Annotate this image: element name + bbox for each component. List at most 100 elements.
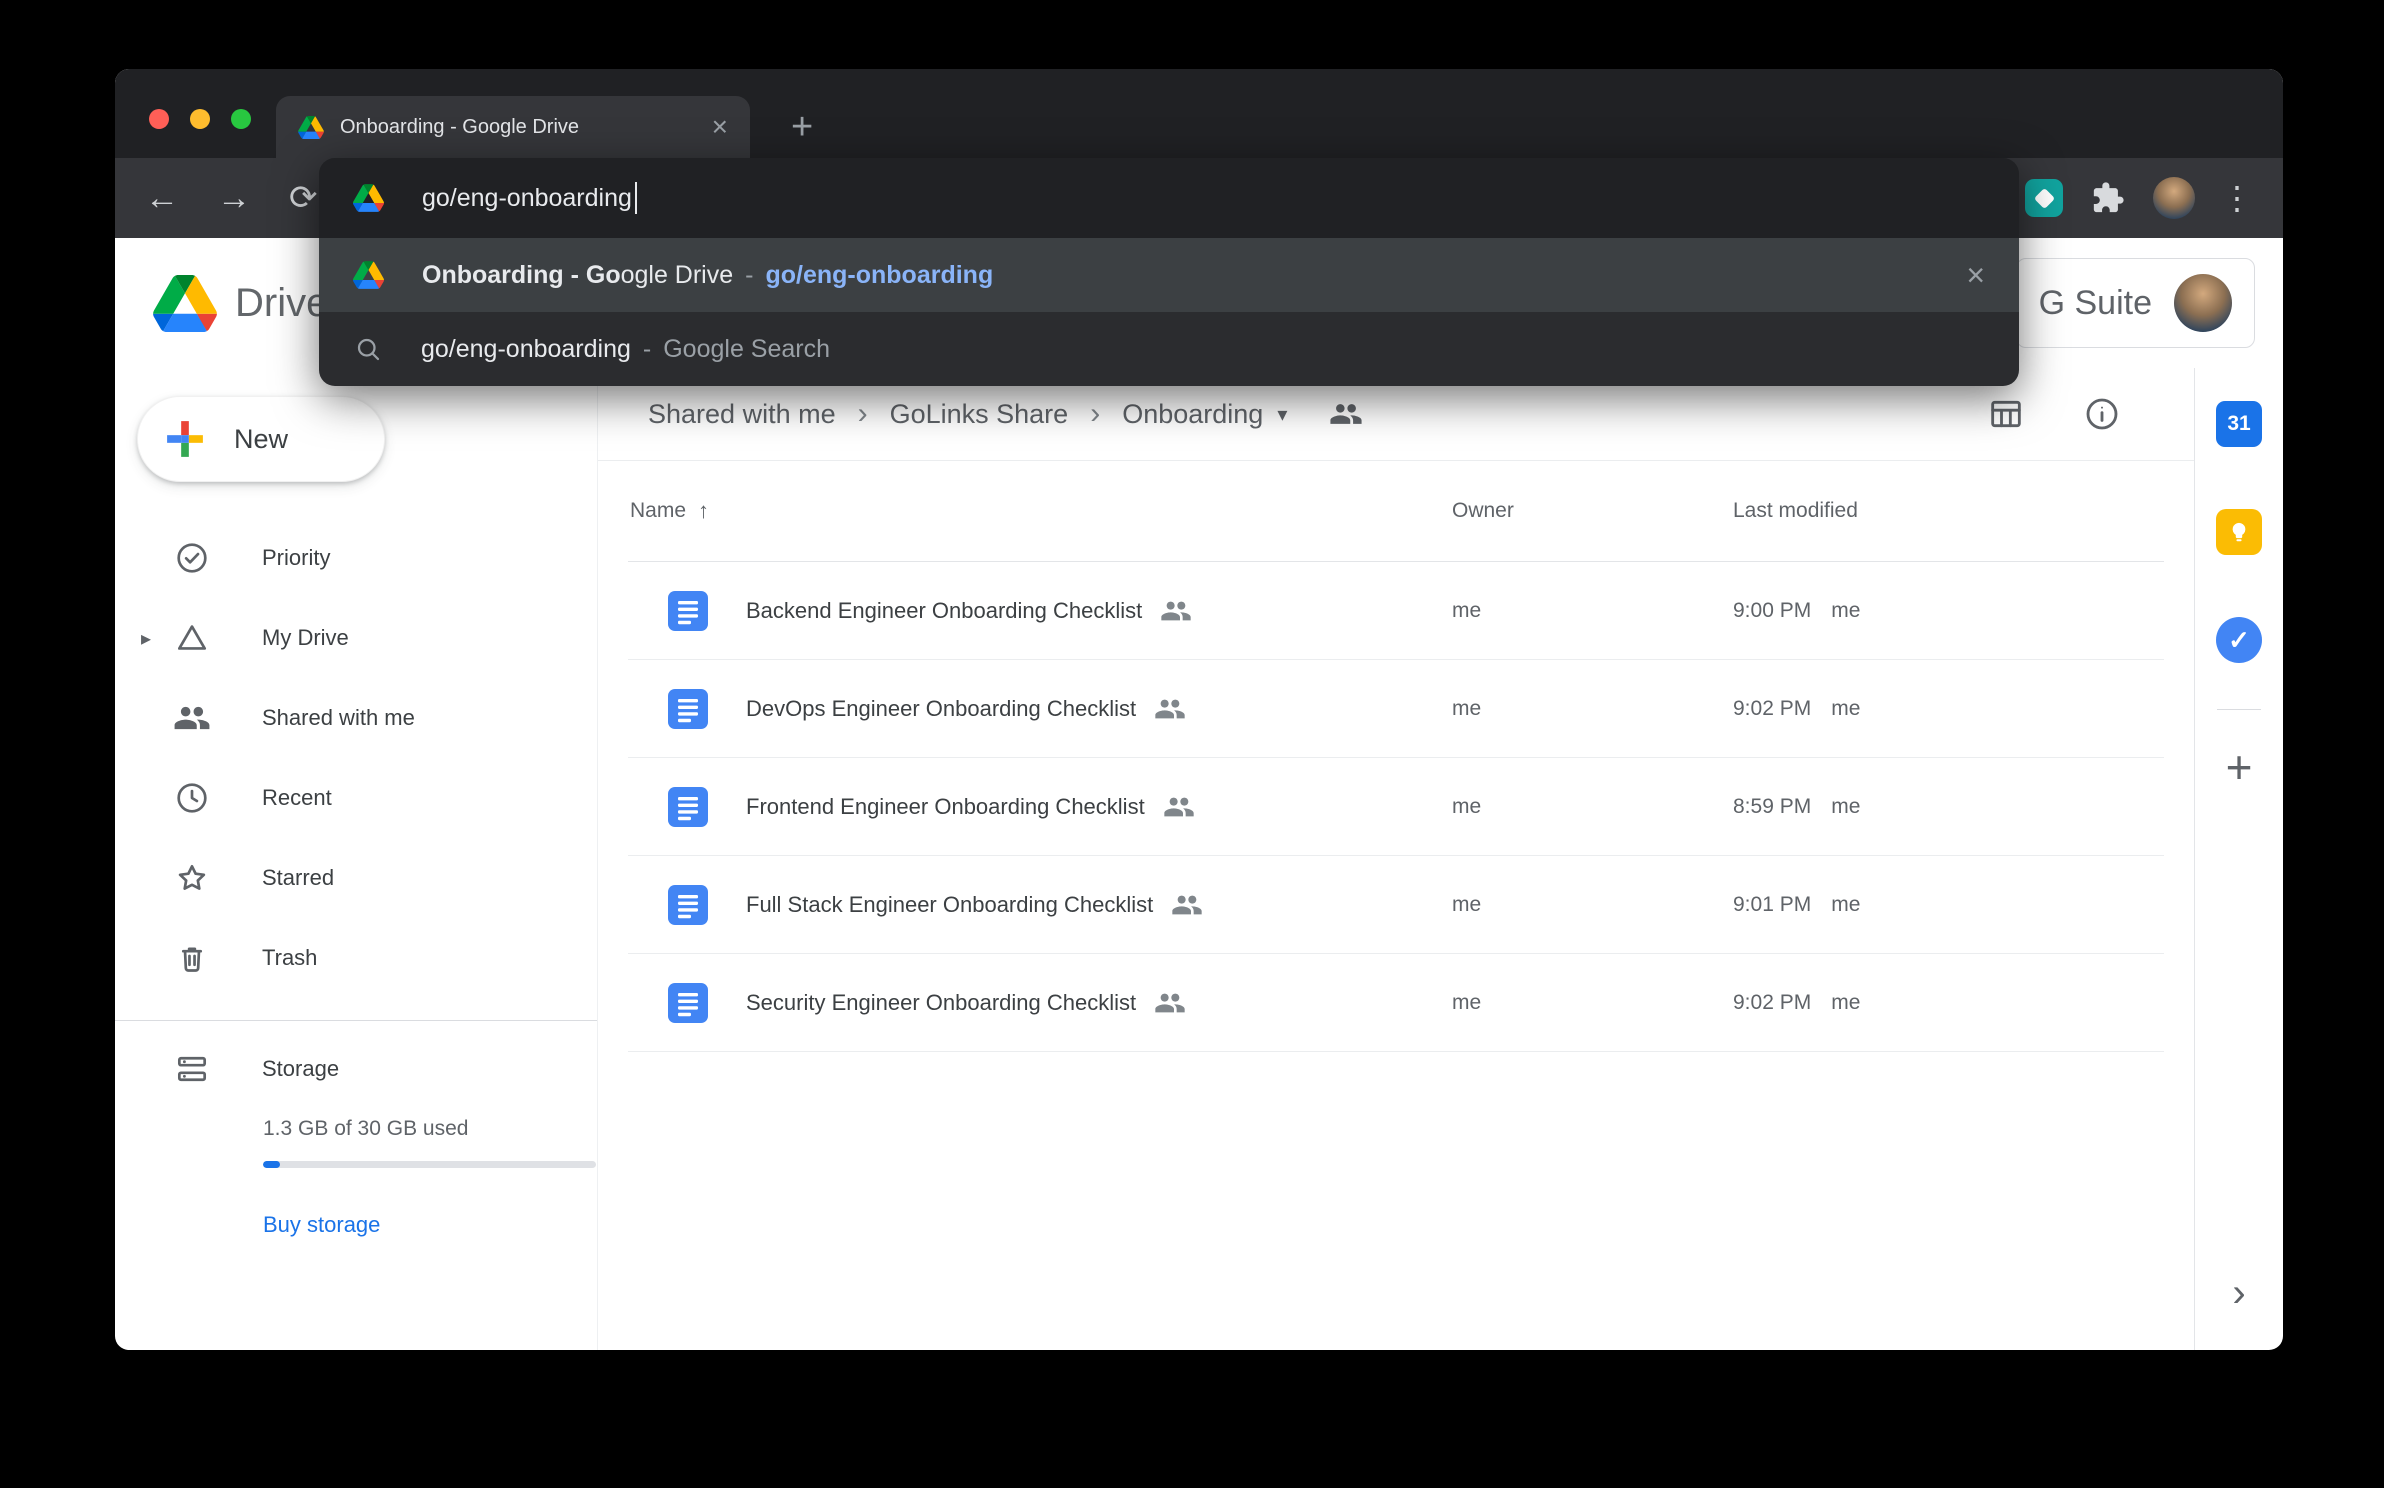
lightbulb-icon [2223, 516, 2255, 548]
trash-icon [173, 939, 211, 977]
column-header-last-modified[interactable]: Last modified [1733, 499, 2164, 523]
google-docs-icon [668, 591, 708, 631]
sidebar-nav: Priority ▸ My Drive Shared with me [115, 518, 597, 998]
browser-profile-avatar[interactable] [2153, 177, 2195, 219]
file-owner: me [1452, 991, 1733, 1015]
new-tab-button[interactable]: + [791, 108, 813, 146]
extensions-icon[interactable] [2091, 181, 2125, 215]
recent-icon [173, 779, 211, 817]
sidebar-item-trash[interactable]: Trash [115, 918, 597, 998]
folder-menu-caret-icon[interactable]: ▾ [1277, 402, 1287, 427]
new-button-label: New [234, 424, 288, 455]
keep-icon[interactable] [2216, 509, 2262, 555]
grid-view-icon[interactable] [1986, 394, 2026, 434]
close-window-button[interactable] [149, 109, 169, 129]
file-modified-by: me [1831, 599, 1860, 622]
golinks-extension-icon[interactable] [2025, 179, 2063, 217]
suggestion-google-search[interactable]: go/eng-onboarding-Google Search [319, 312, 2019, 386]
breadcrumb-golinks-share[interactable]: GoLinks Share [890, 399, 1069, 430]
drive-logo-text: Drive [235, 281, 328, 326]
storage-usage-text: 1.3 GB of 30 GB used [263, 1117, 597, 1141]
file-row[interactable]: DevOps Engineer Onboarding Checklist me … [628, 660, 2164, 758]
minimize-window-button[interactable] [190, 109, 210, 129]
breadcrumb-shared-with-me[interactable]: Shared with me [648, 399, 836, 430]
calendar-icon[interactable]: 31 [2216, 401, 2262, 447]
file-modified-time: 9:02 PM [1733, 991, 1811, 1014]
back-button[interactable]: ← [145, 181, 179, 215]
drive-favicon-icon [298, 116, 324, 139]
file-row[interactable]: Security Engineer Onboarding Checklist m… [628, 954, 2164, 1052]
drive-logo[interactable]: Drive [153, 275, 328, 332]
shared-indicator-icon [1160, 595, 1192, 627]
drive-favicon-icon [353, 261, 384, 289]
suggestion-query: go/eng-onboarding [421, 335, 631, 363]
multicolor-plus-icon [162, 416, 208, 462]
sidebar-item-label: Priority [262, 545, 330, 571]
search-icon [353, 334, 383, 364]
google-drive-app: Drive G Suite New [115, 238, 2283, 1350]
file-name: Full Stack Engineer Onboarding Checklist [746, 892, 1153, 918]
zoom-window-button[interactable] [231, 109, 251, 129]
google-docs-icon [668, 885, 708, 925]
gsuite-chip: G Suite [2016, 258, 2255, 348]
google-docs-icon [668, 689, 708, 729]
suggestion-separator: - [643, 335, 651, 363]
storage-progress-fill [263, 1161, 280, 1168]
column-header-owner[interactable]: Owner [1452, 499, 1733, 523]
sidebar-divider [115, 1020, 597, 1021]
account-avatar[interactable] [2174, 274, 2232, 332]
reload-button[interactable]: ⟳ [289, 181, 318, 215]
omnibox-input[interactable]: go/eng-onboarding [319, 158, 2019, 238]
drive-logo-icon [153, 275, 217, 332]
google-docs-icon [668, 787, 708, 827]
file-name: Security Engineer Onboarding Checklist [746, 990, 1136, 1016]
my-drive-icon [173, 619, 211, 657]
browser-tab[interactable]: Onboarding - Google Drive × [276, 96, 750, 158]
drive-sidebar: New Priority ▸ My Drive [115, 368, 598, 1350]
sidebar-item-starred[interactable]: Starred [115, 838, 597, 918]
add-panel-app-icon[interactable]: + [2226, 744, 2253, 790]
sidebar-item-my-drive[interactable]: ▸ My Drive [115, 598, 597, 678]
column-header-name[interactable]: Name [630, 499, 686, 523]
breadcrumb-onboarding[interactable]: Onboarding [1122, 399, 1263, 430]
view-actions [1986, 394, 2122, 434]
suggestion-separator: - [745, 261, 753, 289]
shared-indicator-icon [1154, 987, 1186, 1019]
sidebar-item-label: Recent [262, 785, 332, 811]
info-icon[interactable] [2082, 394, 2122, 434]
remove-suggestion-icon[interactable]: × [1936, 259, 1985, 291]
sidebar-item-recent[interactable]: Recent [115, 758, 597, 838]
file-row[interactable]: Full Stack Engineer Onboarding Checklist… [628, 856, 2164, 954]
file-name: DevOps Engineer Onboarding Checklist [746, 696, 1136, 722]
file-owner: me [1452, 599, 1733, 623]
sidebar-item-storage[interactable]: Storage [115, 1029, 597, 1109]
tasks-icon[interactable]: ✓ [2216, 617, 2262, 663]
suggestion-title-match: Onboarding - Go [422, 261, 621, 289]
gsuite-label: G Suite [2039, 284, 2152, 323]
suggestion-drive-page[interactable]: Onboarding - Google Drive-go/eng-onboard… [319, 238, 2019, 312]
file-row[interactable]: Backend Engineer Onboarding Checklist me… [628, 562, 2164, 660]
buy-storage-link[interactable]: Buy storage [263, 1212, 597, 1238]
forward-button[interactable]: → [217, 181, 251, 215]
shared-indicator-icon [1171, 889, 1203, 921]
expand-arrow-icon[interactable]: ▸ [141, 626, 151, 651]
file-modified-by: me [1831, 795, 1860, 818]
file-modified-time: 8:59 PM [1733, 795, 1811, 818]
file-name: Frontend Engineer Onboarding Checklist [746, 794, 1145, 820]
breadcrumb-separator-icon: › [1090, 397, 1100, 431]
tab-title: Onboarding - Google Drive [340, 116, 696, 139]
file-modified-time: 9:01 PM [1733, 893, 1811, 916]
sidebar-item-shared-with-me[interactable]: Shared with me [115, 678, 597, 758]
file-modified-by: me [1831, 991, 1860, 1014]
collapse-panel-icon[interactable]: › [2232, 1271, 2245, 1316]
browser-menu-icon[interactable]: ⋮ [2221, 182, 2253, 214]
sidebar-item-priority[interactable]: Priority [115, 518, 597, 598]
breadcrumb-separator-icon: › [858, 397, 868, 431]
tab-close-icon[interactable]: × [712, 113, 728, 141]
storage-icon [173, 1050, 211, 1088]
file-row[interactable]: Frontend Engineer Onboarding Checklist m… [628, 758, 2164, 856]
new-button[interactable]: New [137, 396, 385, 482]
file-table: Name ↑ Owner Last modified Backend Engin… [628, 461, 2164, 1052]
storage-progressbar [263, 1161, 596, 1168]
file-modified-by: me [1831, 697, 1860, 720]
